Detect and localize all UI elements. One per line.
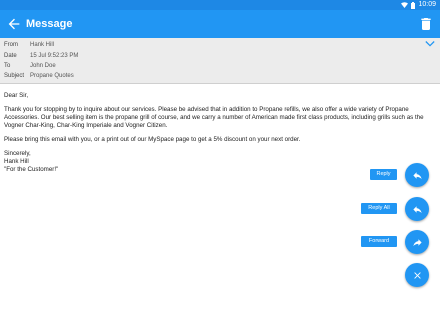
- message-header: From Hank Hill Date 15 Jul 9:52:23 PM To…: [0, 38, 440, 84]
- body-paragraph-1: Thank you for stopping by to inquire abo…: [4, 106, 424, 129]
- status-time: 10:09: [418, 1, 436, 8]
- status-icons: 10:09: [401, 1, 436, 9]
- reply-all-icon: [412, 205, 422, 213]
- from-value: Hank Hill: [30, 42, 55, 48]
- message-body: Dear Sir, Thank you for stopping by to i…: [4, 92, 436, 174]
- date-label: Date: [4, 53, 17, 59]
- forward-button[interactable]: [405, 230, 429, 254]
- body-paragraph-2: Please bring this email with you, or a p…: [4, 136, 301, 143]
- from-label: From: [4, 42, 18, 48]
- chevron-down-icon[interactable]: [425, 40, 435, 48]
- app-bar: Message: [0, 10, 440, 38]
- to-value: John Doe: [30, 63, 56, 69]
- subject-label: Subject: [4, 73, 25, 79]
- page-title: Message: [26, 18, 73, 30]
- reply-all-label[interactable]: Reply All: [361, 203, 397, 214]
- subject-value: Propane Quotes: [30, 73, 74, 79]
- reply-label[interactable]: Reply: [370, 169, 397, 180]
- reply-all-button[interactable]: [405, 197, 429, 221]
- close-actions-button[interactable]: [405, 263, 429, 287]
- close-icon: [413, 271, 421, 279]
- forward-icon: [412, 238, 422, 246]
- date-value: 15 Jul 9:52:23 PM: [30, 53, 79, 59]
- signature-closing: Sincerely,: [4, 150, 31, 157]
- reply-button[interactable]: [405, 163, 429, 187]
- battery-icon: [411, 1, 416, 9]
- to-label: To: [4, 63, 11, 69]
- message-screen: 10:09 Message From Hank Hill Date 15 Jul…: [0, 0, 440, 310]
- reply-icon: [412, 171, 422, 179]
- status-bar: 10:09: [0, 0, 440, 10]
- trash-icon[interactable]: [418, 16, 434, 32]
- forward-label[interactable]: Forward: [361, 236, 397, 247]
- signature-name: Hank Hill: [4, 158, 29, 165]
- arrow-left-icon[interactable]: [6, 16, 22, 32]
- greeting: Dear Sir,: [4, 92, 29, 99]
- wifi-icon: [401, 2, 409, 8]
